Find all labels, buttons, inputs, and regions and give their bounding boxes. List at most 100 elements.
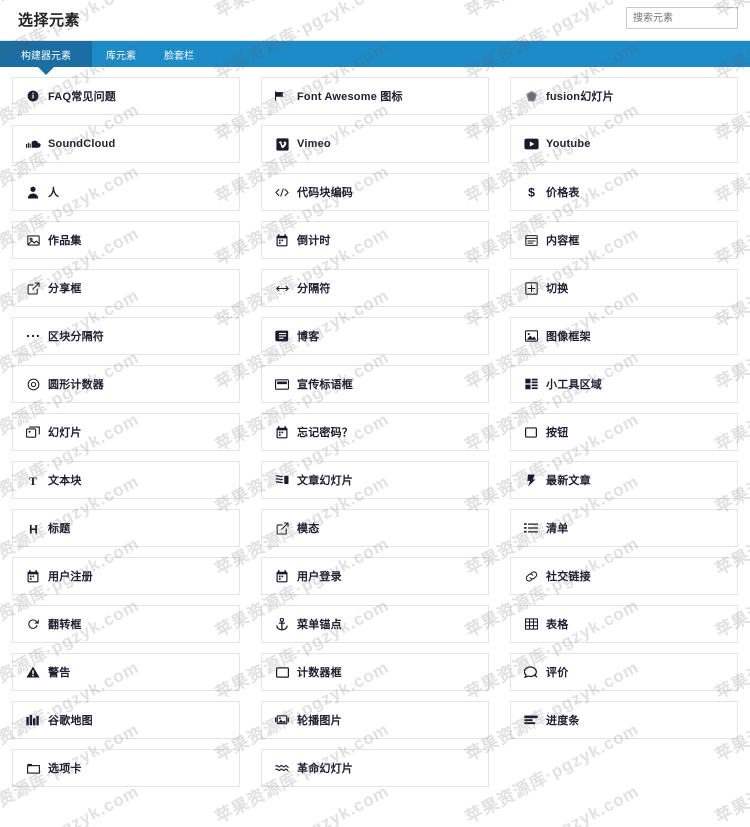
element-card[interactable]: 人 [12,173,240,211]
ellipsis-icon [25,329,41,343]
element-card-label: 宣传标语框 [297,379,353,391]
list-icon [523,521,539,535]
element-card[interactable]: 评价 [510,653,738,691]
element-card-label: 最新文章 [546,475,591,487]
element-card[interactable]: 进度条 [510,701,738,739]
element-card-label: 小工具区域 [546,379,602,391]
circle-counter-icon [25,377,41,391]
element-card[interactable]: 忘记密码？ [261,413,489,451]
element-card-label: 分享框 [48,283,82,295]
element-card[interactable]: 翻转框 [12,605,240,643]
element-card-label: 分隔符 [297,283,331,295]
progress-bar-icon [523,713,539,727]
element-card[interactable]: 革命幻灯片 [261,749,489,787]
element-card-label: 用户注册 [48,571,93,583]
element-card[interactable]: 内容框 [510,221,738,259]
element-card[interactable]: Youtube [510,125,738,163]
info-circle-icon [25,89,41,103]
element-card-label: 谷歌地图 [48,715,93,727]
element-card[interactable]: 社交链接 [510,557,738,595]
flag-icon [274,89,290,103]
element-card[interactable]: fusion幻灯片 [510,77,738,115]
element-card[interactable]: 用户注册 [12,557,240,595]
modal-icon [274,521,290,535]
element-card[interactable]: 模态 [261,509,489,547]
element-card[interactable]: T 文本块 [12,461,240,499]
element-card[interactable]: 幻灯片 [12,413,240,451]
element-card-label: Vimeo [297,138,331,150]
tab-builder-elements[interactable]: 构建器元素 [0,41,92,75]
element-card-label: 切换 [546,283,569,295]
element-picker-dialog: 选择元素 构建器元素 库元素 脸套栏 FAQ常见问题 Font Awesome 图… [0,0,750,827]
element-card[interactable]: 清单 [510,509,738,547]
element-card-label: SoundCloud [48,138,116,150]
element-card[interactable]: 分隔符 [261,269,489,307]
element-card[interactable]: 宣传标语框 [261,365,489,403]
text-block-icon: T [25,473,41,487]
youtube-icon [523,137,539,151]
search-input[interactable] [626,7,738,29]
element-card[interactable]: Vimeo [261,125,489,163]
element-card-label: 革命幻灯片 [297,763,353,775]
element-card[interactable]: SoundCloud [12,125,240,163]
link-icon [523,569,539,583]
element-card[interactable]: 区块分隔符 [12,317,240,355]
anchor-icon [274,617,290,631]
tab-bar: 构建器元素 库元素 脸套栏 [0,41,750,75]
element-card-label: 倒计时 [297,235,331,247]
element-card[interactable]: $ 价格表 [510,173,738,211]
element-card[interactable]: 倒计时 [261,221,489,259]
element-card-label: Font Awesome 图标 [297,91,403,103]
element-card-label: 表格 [546,619,569,631]
element-card-label: 博客 [297,331,320,343]
carousel-icon [274,713,290,727]
element-card[interactable]: 切换 [510,269,738,307]
code-icon [274,185,290,199]
calendar-icon [25,569,41,583]
element-card[interactable]: 选项卡 [12,749,240,787]
dialog-header: 选择元素 [0,0,750,41]
element-card[interactable]: 谷歌地图 [12,701,240,739]
element-card-label: 人 [48,187,60,199]
tab-library-elements[interactable]: 库元素 [92,41,150,67]
element-card[interactable]: Font Awesome 图标 [261,77,489,115]
element-card[interactable]: H 标题 [12,509,240,547]
tab-face-bar[interactable]: 脸套栏 [150,41,208,67]
blog-icon [274,329,290,343]
element-card-label: Youtube [546,138,591,150]
element-card-label: FAQ常见问题 [48,91,117,103]
element-card[interactable]: 最新文章 [510,461,738,499]
table-icon [523,617,539,631]
element-card[interactable]: 博客 [261,317,489,355]
element-card[interactable]: 按钮 [510,413,738,451]
soundcloud-icon [25,137,41,151]
element-card[interactable]: 用户登录 [261,557,489,595]
element-card[interactable]: 计数器框 [261,653,489,691]
post-slider-icon [274,473,290,487]
element-card-label: 警告 [48,667,71,679]
element-card[interactable]: 警告 [12,653,240,691]
page-title: 选择元素 [18,12,81,29]
recent-posts-icon [523,473,539,487]
element-card[interactable]: 图像框架 [510,317,738,355]
element-card-label: 忘记密码？ [297,427,353,439]
element-card[interactable]: 圆形计数器 [12,365,240,403]
element-card[interactable]: 分享框 [12,269,240,307]
element-card-label: 标题 [48,523,71,535]
element-card-label: 菜单锚点 [297,619,342,631]
element-card[interactable]: 作品集 [12,221,240,259]
toggle-icon [523,281,539,295]
element-card[interactable]: 菜单锚点 [261,605,489,643]
element-card[interactable]: 表格 [510,605,738,643]
element-card-label: 圆形计数器 [48,379,104,391]
tab-label: 库元素 [106,50,136,62]
element-card-label: 进度条 [546,715,580,727]
element-card[interactable]: 代码块编码 [261,173,489,211]
element-card[interactable]: 文章幻灯片 [261,461,489,499]
element-card[interactable]: 轮播图片 [261,701,489,739]
element-card[interactable]: FAQ常见问题 [12,77,240,115]
element-card[interactable]: 小工具区域 [510,365,738,403]
portfolio-icon [25,233,41,247]
separator-icon [274,281,290,295]
slider-icon [25,425,41,439]
